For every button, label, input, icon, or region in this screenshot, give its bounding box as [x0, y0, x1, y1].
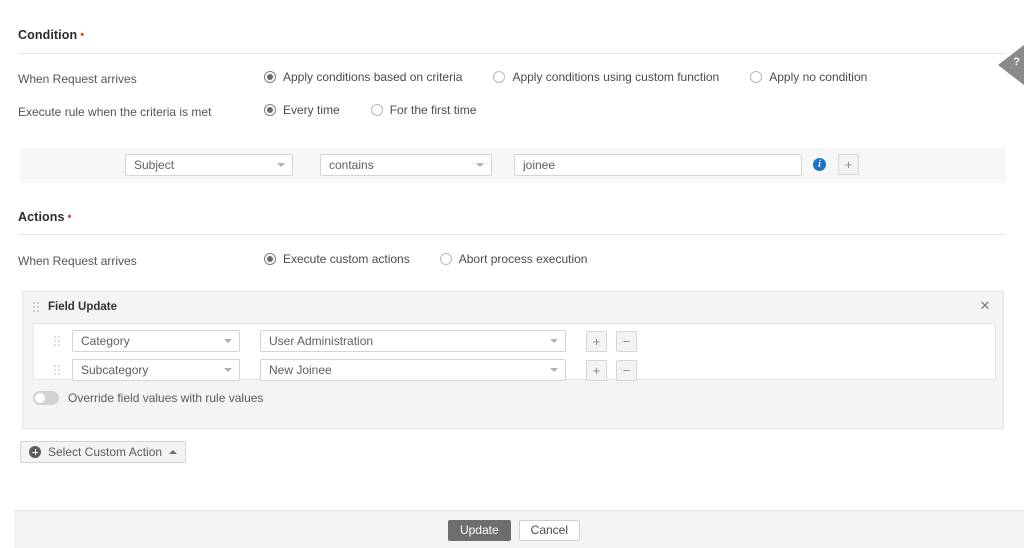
radio-mark-icon	[370, 104, 383, 116]
chevron-down-icon	[550, 368, 558, 372]
field-update-value-select[interactable]: New Joinee	[260, 359, 566, 381]
info-icon[interactable]: i	[813, 158, 826, 171]
field-update-panel: Field Update ✕ Category User Administrat…	[22, 291, 1004, 429]
condition-when-radio-group: Apply conditions based on criteria Apply…	[264, 70, 867, 84]
condition-divider	[18, 53, 1006, 54]
chevron-down-icon	[550, 339, 558, 343]
radio-abort-process-execution[interactable]: Abort process execution	[439, 252, 588, 266]
field-update-value-select[interactable]: User Administration	[260, 330, 566, 352]
chevron-down-icon	[224, 368, 232, 372]
actions-when-label: When Request arrives	[18, 254, 137, 268]
actions-required-marker: •	[67, 211, 72, 223]
override-field-values-row: Override field values with rule values	[33, 391, 263, 405]
field-update-value-text: New Joinee	[269, 363, 332, 377]
drag-handle-icon[interactable]	[33, 301, 39, 312]
condition-execute-radio-group: Every time For the first time	[264, 103, 476, 117]
field-update-field-select[interactable]: Subcategory	[72, 359, 240, 381]
criteria-row: Subject contains i +	[20, 148, 1006, 183]
update-button[interactable]: Update	[447, 520, 511, 541]
criteria-field-value: Subject	[134, 158, 175, 172]
radio-label: Every time	[283, 103, 340, 117]
field-update-field-select[interactable]: Category	[72, 330, 240, 352]
condition-execute-label: Execute rule when the criteria is met	[18, 105, 212, 119]
row-drag-handle-icon[interactable]	[54, 365, 60, 375]
radio-label: Apply conditions using custom function	[512, 70, 720, 84]
condition-title-text: Condition	[18, 28, 78, 42]
override-toggle[interactable]	[33, 391, 59, 405]
radio-apply-no-condition[interactable]: Apply no condition	[750, 70, 867, 84]
cancel-button[interactable]: Cancel	[518, 520, 581, 541]
radio-label: For the first time	[389, 103, 477, 117]
actions-section-title: Actions •	[18, 210, 72, 224]
criteria-value-input[interactable]	[514, 154, 802, 176]
field-update-rows: Category User Administration + − Subcate…	[33, 323, 996, 381]
radio-label: Abort process execution	[458, 252, 588, 266]
plus-circle-icon	[29, 446, 41, 458]
row-drag-handle-icon[interactable]	[54, 336, 60, 346]
field-update-title: Field Update	[48, 300, 118, 313]
field-update-remove-button[interactable]: −	[616, 330, 637, 352]
radio-label: Apply no condition	[769, 70, 868, 84]
criteria-field-select[interactable]: Subject	[125, 154, 293, 176]
condition-required-marker: •	[80, 29, 85, 41]
criteria-operator-value: contains	[329, 158, 374, 172]
field-update-remove-button[interactable]: −	[616, 359, 637, 381]
close-icon[interactable]: ✕	[977, 298, 993, 314]
criteria-operator-select[interactable]: contains	[320, 154, 492, 176]
condition-section-title: Condition •	[18, 28, 84, 42]
field-update-add-button[interactable]: +	[586, 330, 607, 352]
caret-up-icon	[169, 450, 178, 454]
chevron-down-icon	[476, 163, 484, 167]
radio-apply-conditions-custom-function[interactable]: Apply conditions using custom function	[493, 70, 719, 84]
actions-when-radio-group: Execute custom actions Abort process exe…	[264, 252, 587, 266]
help-tab[interactable]: ?	[998, 45, 1024, 85]
chevron-down-icon	[277, 163, 285, 167]
radio-mark-icon	[750, 71, 763, 83]
override-toggle-label: Override field values with rule values	[68, 391, 264, 405]
field-update-value-text: User Administration	[269, 334, 374, 348]
radio-mark-icon	[264, 253, 276, 265]
question-mark-icon: ?	[1013, 56, 1020, 68]
radio-every-time[interactable]: Every time	[264, 103, 340, 117]
field-update-row: Category User Administration + −	[34, 327, 637, 355]
radio-label: Execute custom actions	[283, 252, 410, 266]
radio-mark-icon	[493, 71, 506, 83]
condition-when-label: When Request arrives	[18, 72, 137, 86]
field-update-field-value: Category	[81, 334, 130, 348]
chevron-down-icon	[224, 339, 232, 343]
footer-buttons: Update Cancel	[14, 520, 1024, 541]
select-custom-action-label: Select Custom Action	[48, 445, 163, 459]
field-update-row: Subcategory New Joinee + −	[34, 356, 637, 384]
field-update-header: Field Update	[23, 292, 1003, 321]
select-custom-action-button[interactable]: Select Custom Action	[20, 441, 187, 463]
radio-execute-custom-actions[interactable]: Execute custom actions	[264, 252, 410, 266]
radio-label: Apply conditions based on criteria	[283, 70, 463, 84]
actions-divider	[18, 234, 1006, 235]
radio-mark-icon	[439, 253, 452, 265]
field-update-field-value: Subcategory	[81, 363, 149, 377]
field-update-add-button[interactable]: +	[586, 359, 607, 381]
footer-bar: Update Cancel	[14, 510, 1024, 548]
radio-mark-icon	[264, 104, 276, 116]
radio-for-the-first-time[interactable]: For the first time	[370, 103, 477, 117]
radio-apply-conditions-criteria[interactable]: Apply conditions based on criteria	[264, 70, 462, 84]
radio-mark-icon	[264, 71, 276, 83]
criteria-add-button[interactable]: +	[838, 154, 859, 175]
actions-title-text: Actions	[18, 210, 65, 224]
